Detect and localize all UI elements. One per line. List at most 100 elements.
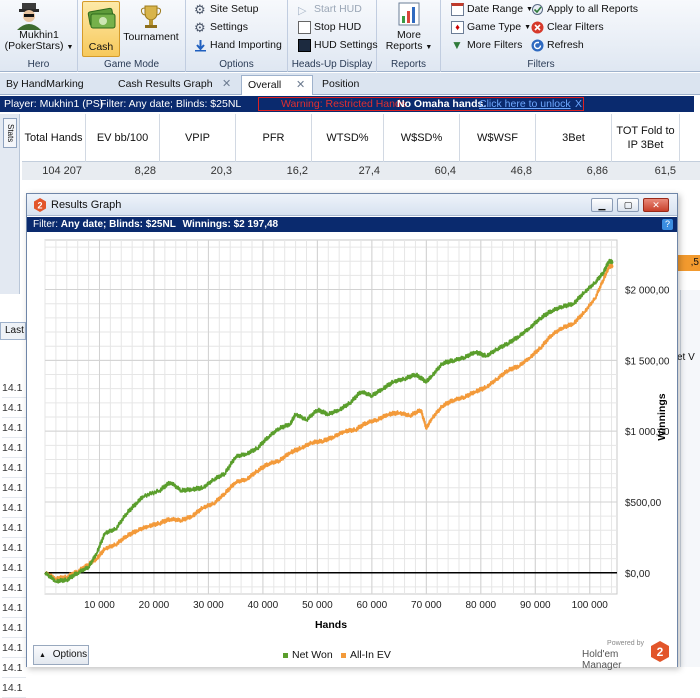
list-item[interactable]: 14.1 (2, 458, 26, 478)
window-title-bar[interactable]: 2 Results Graph ▁ ▢ ✕ (27, 194, 677, 216)
start-hud-button[interactable]: ▷ Start HUD (298, 1, 362, 18)
x-tick-label: 90 000 (520, 600, 551, 611)
hud-settings-button[interactable]: HUD Settings (298, 37, 378, 54)
chevron-down-icon: ▼ (66, 44, 74, 51)
x-axis-label: Hands (315, 619, 347, 631)
x-tick-label: 80 000 (466, 600, 497, 611)
cash-button[interactable]: Cash (82, 1, 120, 57)
options-group: ⚙ Site Setup ⚙ Settings Hand Importing O… (186, 0, 288, 72)
tab-overall[interactable]: Overall ✕ (241, 75, 313, 95)
settings-button[interactable]: ⚙ Settings (194, 19, 248, 36)
stats-column-header[interactable]: VPIP (160, 114, 236, 162)
list-item[interactable]: 14.1 (2, 518, 26, 538)
reports-group: More Reports ▼ Reports (377, 0, 441, 72)
restricted-warning-box: Warning: Restricted Hands No Omaha hands… (258, 97, 584, 111)
player-label: Player: Mukhin1 (PS) (4, 98, 104, 110)
brand-powered-by: Powered by (607, 640, 644, 647)
stats-cell: 8,28 (134, 165, 156, 177)
list-item[interactable]: 14.1 (2, 398, 26, 418)
stats-column-header[interactable]: 3Bet (536, 114, 612, 162)
cash-label: Cash (88, 41, 114, 53)
hero-selector[interactable]: Mukhin1 (PokerStars) ▼ (0, 30, 78, 53)
list-item[interactable]: 14.1 (2, 418, 26, 438)
legend-net-won: Net Won (283, 649, 333, 661)
last-column-header[interactable]: Last (0, 322, 26, 340)
stats-cell: 60,4 (434, 165, 456, 177)
date-range-dropdown[interactable]: Date Range ▼ (451, 1, 533, 18)
site-setup-button[interactable]: ⚙ Site Setup (194, 1, 258, 18)
close-button[interactable]: ✕ (643, 198, 669, 212)
game-mode-group: Cash Tournament Game Mode (78, 0, 186, 72)
list-item[interactable]: 14.1 (2, 658, 26, 678)
graph-footer: ▲ Options Net Won All-In EV Powered by H… (27, 640, 677, 671)
x-tick-label: 50 000 (302, 600, 333, 611)
hud-group: ▷ Start HUD Stop HUD HUD Settings Heads-… (288, 0, 378, 72)
chevron-up-icon: ▲ (39, 652, 46, 659)
stats-column-header[interactable]: EV bb/100 (86, 114, 160, 162)
play-icon: ▷ (298, 5, 307, 17)
options-button[interactable]: ▲ Options (33, 645, 89, 665)
list-item[interactable]: 14.1 (2, 438, 26, 458)
hand-importing-button[interactable]: Hand Importing (194, 37, 282, 54)
list-item[interactable]: 14.1 (2, 538, 26, 558)
list-item[interactable]: 14.1 (2, 618, 26, 638)
options-label: Options (52, 649, 88, 660)
help-icon[interactable]: ? (662, 219, 673, 230)
more-filters-button[interactable]: ▼ More Filters (451, 37, 522, 54)
x-tick-label: 40 000 (248, 600, 279, 611)
list-item[interactable]: 14.1 (2, 478, 26, 498)
chevron-down-icon: ▼ (524, 24, 532, 31)
minimize-button[interactable]: ▁ (591, 198, 613, 212)
results-chart[interactable]: 10 000 20 000 30 000 40 000 50 000 60 000 70 0… (31, 234, 673, 636)
hud-settings-label: HUD Settings (314, 39, 378, 51)
refresh-button[interactable]: Refresh (531, 37, 584, 54)
brand-name: Hold'em Manager (582, 649, 622, 671)
close-warning-icon[interactable]: X (575, 96, 582, 112)
stats-column-header[interactable]: PFR (236, 114, 312, 162)
list-item[interactable]: 14.1 (2, 558, 26, 578)
x-tick-label: 70 000 (411, 600, 442, 611)
apply-all-reports-button[interactable]: Apply to all Reports (531, 1, 638, 18)
list-item[interactable]: 14.1 (2, 638, 26, 658)
tab-label: By HandMarking (6, 78, 84, 90)
x-tick-label: 60 000 (357, 600, 388, 611)
apply-all-label: Apply to all Reports (547, 3, 639, 15)
start-hud-label: Start HUD (314, 3, 362, 15)
stats-column-header[interactable]: WTSD% (312, 114, 384, 162)
tab-position[interactable]: Position (316, 75, 396, 95)
more-reports-button[interactable]: More Reports ▼ (381, 2, 437, 56)
tournament-button[interactable]: Tournament (122, 1, 180, 57)
orange-cell: ,5 (677, 255, 700, 271)
game-type-dropdown[interactable]: ♦ Game Type ▼ (451, 19, 531, 36)
stats-column-header[interactable]: Total Hands (22, 114, 86, 162)
ribbon: Mukhin1 (PokerStars) ▼ Hero Cash Tournam… (0, 0, 700, 72)
tab-cash-results-graph[interactable]: Cash Results Graph ✕ (112, 75, 240, 95)
stop-hud-button[interactable]: Stop HUD (298, 19, 361, 36)
no-omaha-label: No Omaha hands. (397, 98, 487, 110)
close-icon: ✕ (652, 200, 660, 210)
unlock-link[interactable]: Click here to unlock (479, 96, 571, 112)
y-tick-label: $1 500,00 (625, 356, 670, 367)
list-item[interactable]: 14.1 (2, 378, 26, 398)
restore-icon: ▢ (623, 200, 633, 210)
hero-avatar-icon[interactable] (12, 2, 46, 30)
list-item[interactable]: 14.1 (2, 678, 26, 698)
restore-button[interactable]: ▢ (617, 198, 639, 212)
stats-column-header[interactable]: W$SD% (384, 114, 460, 162)
import-arrow-icon (195, 40, 206, 52)
clear-filters-button[interactable]: Clear Filters (531, 19, 604, 36)
stats-column-header[interactable]: TOT Fold to IP 3Bet (612, 114, 680, 162)
close-tab-icon[interactable]: ✕ (296, 76, 305, 94)
holdem-manager-brand: Powered by Hold'em Manager 2 (582, 640, 674, 671)
list-item[interactable]: 14.1 (2, 598, 26, 618)
list-item[interactable]: 14.1 (2, 578, 26, 598)
list-item[interactable]: 14.1 (2, 498, 26, 518)
tab-by-handmarking[interactable]: By HandMarking (0, 75, 112, 95)
legend-swatch (283, 652, 288, 658)
results-graph-window[interactable]: 2 Results Graph ▁ ▢ ✕ Filter: Any date; … (26, 193, 678, 671)
close-tab-icon[interactable]: ✕ (222, 75, 231, 93)
stats-column-header[interactable]: W$WSF (460, 114, 536, 162)
legend-swatch (341, 652, 346, 658)
stats-side-tab[interactable]: Stats (3, 118, 17, 148)
hud-group-label: Heads-Up Display (291, 59, 373, 70)
